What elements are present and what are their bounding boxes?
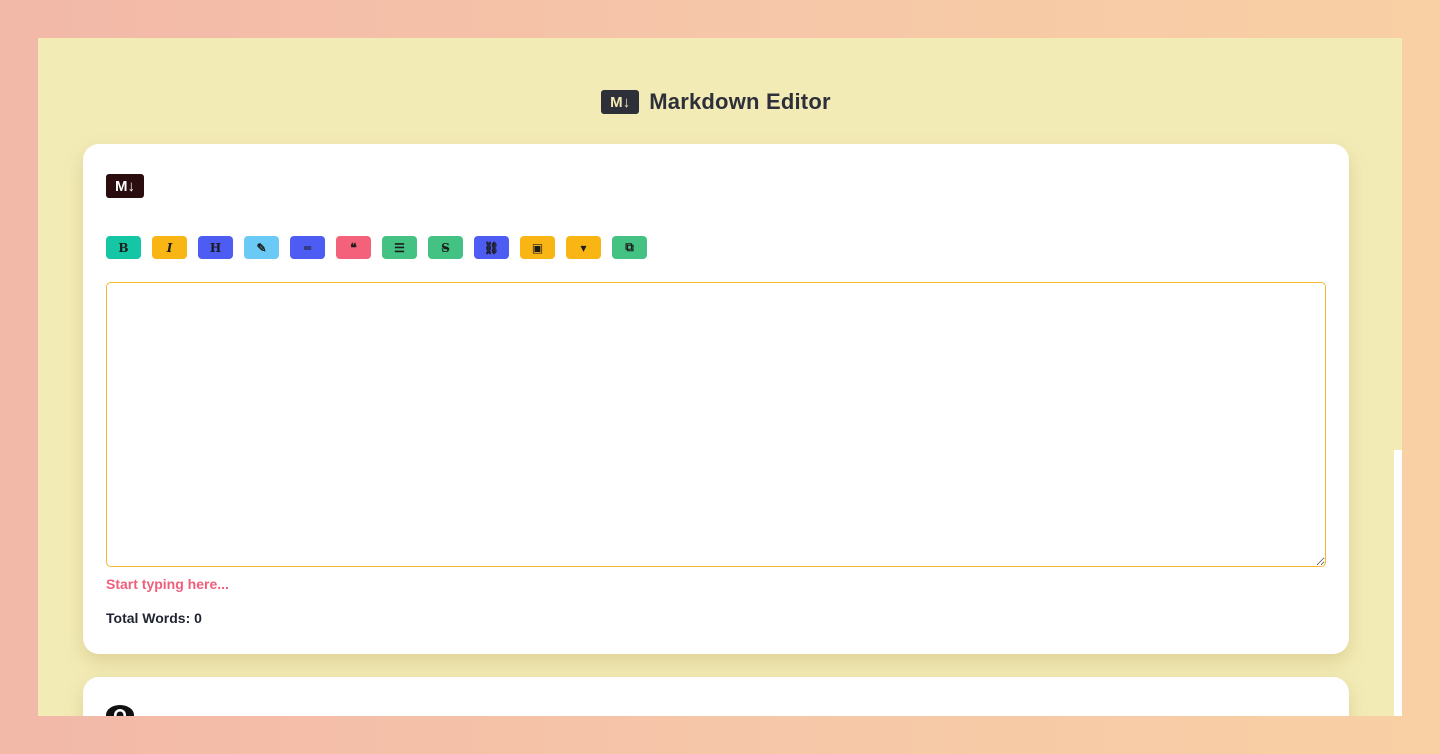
italic-button[interactable]: I [152, 236, 187, 259]
markdown-input[interactable] [106, 282, 1326, 567]
strikethrough-icon: S̶ [441, 240, 450, 255]
list-icon: ☰ [394, 240, 405, 255]
word-count: Total Words: 0 [106, 610, 202, 626]
image-icon: ▣ [531, 240, 544, 255]
copy-button[interactable]: ⧉ [612, 236, 647, 259]
heading-button[interactable]: H [198, 236, 233, 259]
list-button[interactable]: ☰ [382, 236, 417, 259]
link-icon: ⛓ [483, 240, 500, 255]
quote-button[interactable]: ❝ [336, 236, 371, 259]
heading-icon: H [209, 240, 222, 255]
page-title: Markdown Editor [649, 89, 831, 114]
highlight-button[interactable]: ✎ [244, 236, 279, 259]
scrollbar-track[interactable] [1394, 38, 1402, 716]
hr-button[interactable]: ═ [290, 236, 325, 259]
copy-icon: ⧉ [625, 240, 634, 254]
caret-down-icon: ▾ [580, 240, 587, 255]
dropdown-button[interactable]: ▾ [566, 236, 601, 259]
bold-icon: B [118, 240, 129, 255]
scrollbar-thumb[interactable] [1394, 38, 1402, 450]
preview-card [83, 677, 1349, 716]
markdown-logo-icon: M↓ [106, 174, 144, 198]
bold-button[interactable]: B [106, 236, 141, 259]
page-viewport: M↓ Markdown Editor M↓ B I H ✎ ═ ❝ ☰ S̶ ⛓ ▣ ▾ ⧉ Star… [38, 38, 1402, 716]
editor-card: M↓ B I H ✎ ═ ❝ ☰ S̶ ⛓ ▣ ▾ ⧉ Start typing here... To… [83, 144, 1349, 654]
image-button[interactable]: ▣ [520, 236, 555, 259]
equals-icon: ═ [303, 240, 312, 255]
marker-icon: ✎ [256, 240, 267, 255]
formatting-toolbar: B I H ✎ ═ ❝ ☰ S̶ ⛓ ▣ ▾ ⧉ [106, 236, 647, 259]
page-header: M↓ Markdown Editor [38, 88, 1394, 116]
markdown-logo-icon: M↓ [601, 90, 640, 114]
typing-hint: Start typing here... [106, 576, 229, 592]
link-button[interactable]: ⛓ [474, 236, 509, 259]
strikethrough-button[interactable]: S̶ [428, 236, 463, 259]
eye-icon [106, 705, 134, 716]
italic-icon: I [166, 240, 173, 255]
quote-icon: ❝ [350, 240, 357, 255]
